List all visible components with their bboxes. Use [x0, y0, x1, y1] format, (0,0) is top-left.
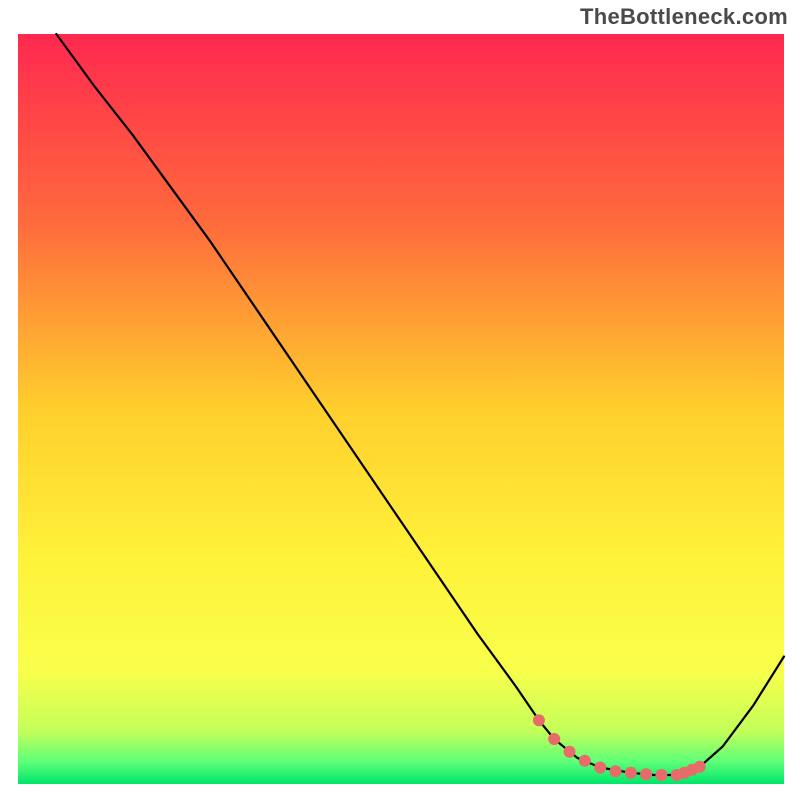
highlight-dot [579, 755, 591, 767]
highlight-dot [694, 761, 706, 773]
highlight-dot [610, 765, 622, 777]
plot-background [18, 34, 784, 784]
highlight-dot [594, 762, 606, 774]
bottleneck-chart [0, 0, 800, 800]
highlight-dot [548, 733, 560, 745]
highlight-dot [564, 746, 576, 758]
highlight-dot [625, 767, 637, 779]
highlight-dot [655, 769, 667, 781]
highlight-dot [533, 714, 545, 726]
watermark-text: TheBottleneck.com [580, 4, 788, 30]
highlight-dot [640, 768, 652, 780]
chart-stage: TheBottleneck.com [0, 0, 800, 800]
